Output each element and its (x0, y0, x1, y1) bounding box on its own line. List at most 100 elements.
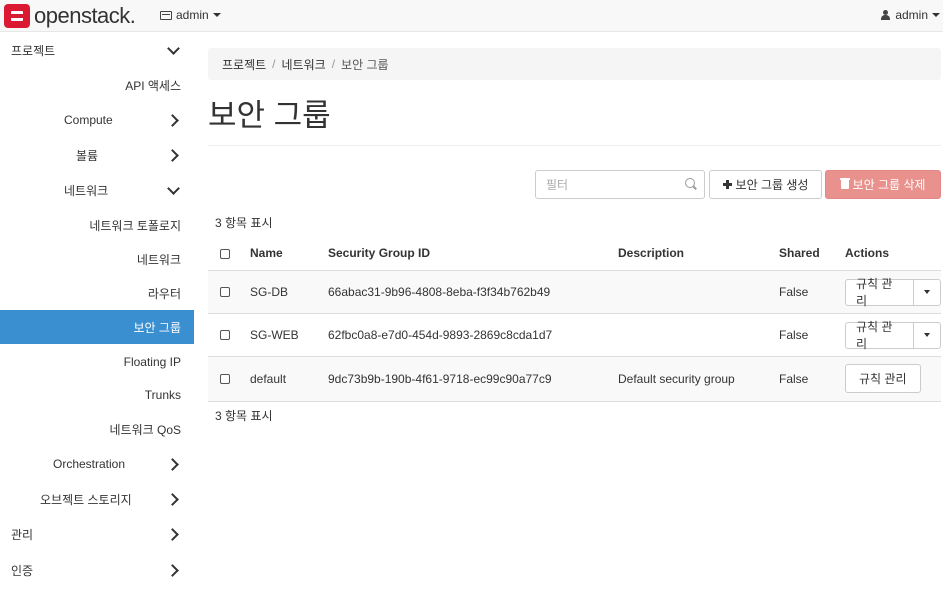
project-dropdown[interactable]: admin (160, 8, 221, 22)
chevron-right-icon (166, 113, 179, 127)
sidebar-item-label: Trunks (144, 388, 181, 402)
breadcrumb-network[interactable]: 네트워크 (282, 56, 326, 73)
top-navbar: openstack. admin admin (0, 0, 943, 32)
sidebar-item-project[interactable]: 프로젝트 (0, 33, 194, 67)
sidebar-item-orchestration[interactable]: Orchestration (0, 447, 194, 481)
delete-button-label: 보안 그룹 삭제 (852, 178, 926, 192)
sidebar-item-label: 인증 (11, 563, 34, 578)
openstack-logo-icon (4, 4, 30, 28)
chevron-right-icon (166, 527, 179, 541)
page-title: 보안 그룹 (208, 98, 331, 133)
cell-actions: 규칙 관리 (845, 356, 941, 402)
sidebar-item-network-qos[interactable]: 네트워크 QoS (0, 412, 194, 446)
row-select-cell (208, 356, 250, 402)
row-checkbox[interactable] (220, 330, 230, 341)
plus-icon (722, 180, 732, 189)
chevron-down-icon (167, 41, 180, 55)
table-row: SG-DB 66abac31-9b96-4808-8eba-f3f34b762b… (208, 270, 941, 314)
create-security-group-button[interactable]: 보안 그룹 생성 (709, 170, 822, 199)
sidebar-item-floating-ip[interactable]: Floating IP (0, 345, 194, 379)
manage-rules-button[interactable]: 규칙 관리 (846, 320, 914, 351)
cell-name: SG-DB (250, 270, 328, 314)
sidebar-item-label: API 액세스 (125, 78, 181, 93)
column-header-actions: Actions (845, 236, 941, 271)
row-actions-dropdown[interactable] (914, 280, 940, 305)
sidebar-item-api-access[interactable]: API 액세스 (0, 68, 194, 102)
trash-icon (839, 178, 850, 189)
column-header-id[interactable]: Security Group ID (328, 236, 618, 271)
sidebar-item-trunks[interactable]: Trunks (0, 378, 194, 412)
sidebar-item-label: 보안 그룹 (133, 320, 182, 335)
filter-input[interactable] (535, 170, 705, 199)
breadcrumb-separator: / (272, 57, 276, 71)
select-all-checkbox[interactable] (220, 248, 230, 259)
sidebar-item-label: 네트워크 QoS (109, 422, 181, 437)
user-dropdown[interactable]: admin (881, 8, 940, 22)
breadcrumb-current: 보안 그룹 (341, 57, 389, 72)
caret-down-icon (932, 13, 940, 17)
logo-text: openstack. (34, 3, 136, 28)
sidebar-item-compute[interactable]: Compute (0, 103, 194, 137)
chevron-right-icon (166, 492, 179, 506)
cell-name: default (250, 356, 328, 402)
row-select-cell (208, 270, 250, 314)
cell-shared: False (779, 356, 845, 402)
sidebar-item-routers[interactable]: 라우터 (0, 276, 194, 310)
row-actions-group: 규칙 관리 (845, 277, 941, 308)
row-actions-group: 규칙 관리 (845, 320, 941, 351)
chevron-down-icon (167, 181, 180, 195)
row-actions-dropdown[interactable] (914, 323, 940, 348)
delete-security-groups-button[interactable]: 보안 그룹 삭제 (825, 170, 941, 199)
cell-name: SG-WEB (250, 313, 328, 357)
breadcrumb-project[interactable]: 프로젝트 (222, 56, 266, 73)
chevron-right-icon (166, 457, 179, 471)
cell-id: 66abac31-9b96-4808-8eba-f3f34b762b49 (328, 270, 618, 314)
column-header-name[interactable]: Name (250, 236, 328, 271)
sidebar-item-label: 오브젝트 스토리지 (40, 492, 132, 507)
sidebar-item-label: 네트워크 (64, 183, 109, 198)
breadcrumb: 프로젝트 / 네트워크 / 보안 그룹 (208, 48, 941, 80)
security-groups-table: Name Security Group ID Description Share… (208, 236, 941, 402)
chevron-right-icon (166, 148, 179, 162)
sidebar-item-admin[interactable]: 관리 (0, 517, 194, 551)
cell-shared: False (779, 313, 845, 357)
openstack-logo[interactable]: openstack. (4, 3, 136, 28)
sidebar-item-networks[interactable]: 네트워크 (0, 242, 194, 276)
cell-id: 62fbc0a8-e7d0-454d-9893-2869c8cda1d7 (328, 313, 618, 357)
cell-description (618, 270, 779, 314)
sidebar: 프로젝트 API 액세스 Compute 볼륨 네트워크 네트워크 토폴로지 네… (0, 33, 194, 599)
project-name: admin (176, 8, 209, 22)
column-header-shared[interactable]: Shared (779, 236, 845, 271)
cell-id: 9dc73b9b-190b-4f61-9718-ec99c90a77c9 (328, 356, 618, 402)
sidebar-item-label: Compute (64, 113, 113, 127)
item-count-bottom: 3 항목 표시 (215, 409, 273, 423)
create-button-label: 보안 그룹 생성 (735, 178, 809, 192)
sidebar-item-label: 관리 (11, 527, 34, 542)
sidebar-item-network[interactable]: 네트워크 (0, 173, 194, 207)
sidebar-item-security-groups[interactable]: 보안 그룹 (0, 310, 194, 344)
sidebar-item-label: 프로젝트 (11, 43, 56, 58)
sidebar-item-identity[interactable]: 인증 (0, 553, 194, 587)
sidebar-item-label: 라우터 (147, 286, 181, 301)
project-icon (160, 10, 172, 20)
cell-shared: False (779, 270, 845, 314)
caret-down-icon (923, 290, 930, 295)
search-icon[interactable] (685, 178, 695, 188)
caret-down-icon (212, 13, 221, 17)
sidebar-item-volumes[interactable]: 볼륨 (0, 138, 194, 172)
sidebar-item-label: 볼륨 (76, 148, 99, 163)
manage-rules-button[interactable]: 규칙 관리 (845, 364, 921, 393)
sidebar-item-label: Floating IP (123, 355, 181, 369)
manage-rules-button[interactable]: 규칙 관리 (846, 277, 914, 308)
row-checkbox[interactable] (220, 374, 230, 385)
sidebar-item-label: Orchestration (53, 457, 126, 471)
user-name: admin (895, 8, 928, 22)
sidebar-item-network-topology[interactable]: 네트워크 토폴로지 (0, 208, 194, 242)
select-all-cell (208, 236, 250, 271)
chevron-right-icon (166, 563, 179, 577)
sidebar-item-object-storage[interactable]: 오브젝트 스토리지 (0, 482, 194, 516)
column-header-description[interactable]: Description (618, 236, 779, 271)
row-checkbox[interactable] (220, 287, 230, 298)
sidebar-item-label: 네트워크 토폴로지 (89, 218, 181, 233)
cell-actions: 규칙 관리 (845, 313, 941, 357)
